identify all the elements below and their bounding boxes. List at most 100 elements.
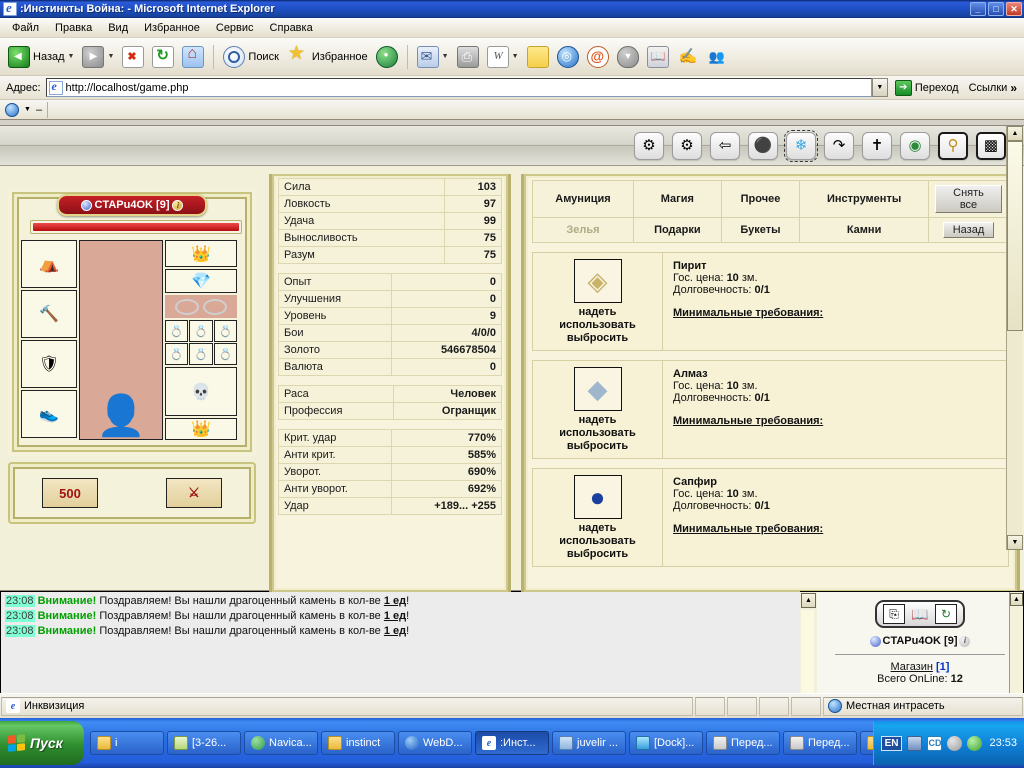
notes-button[interactable] xyxy=(523,41,553,73)
tab-tools[interactable]: Инструменты xyxy=(799,180,929,218)
slot-ring[interactable]: 💍 xyxy=(165,343,189,366)
task-button[interactable]: [Dock]... xyxy=(629,731,703,755)
monitor-reload-icon[interactable]: ↻ xyxy=(935,604,957,624)
refresh-button[interactable] xyxy=(148,41,178,73)
menu-item-help[interactable]: Справка xyxy=(262,20,321,36)
action-equip[interactable]: надеть xyxy=(559,306,636,319)
messenger-button[interactable] xyxy=(553,41,583,73)
cd-tray-icon[interactable]: CD xyxy=(927,735,943,751)
print-button[interactable] xyxy=(453,41,483,73)
people-button[interactable] xyxy=(703,41,733,73)
item-requirements-label[interactable]: Минимальные требования: xyxy=(673,523,998,535)
slot-rings-pair[interactable] xyxy=(165,294,237,319)
tab-other[interactable]: Прочее xyxy=(720,180,801,218)
edit-word-button[interactable]: ▼ xyxy=(483,41,523,73)
task-button[interactable]: juvelir ... xyxy=(552,731,626,755)
item-requirements-label[interactable]: Минимальные требования: xyxy=(673,307,998,319)
slot-weapon[interactable]: 🔨 xyxy=(21,290,77,338)
address-input[interactable]: http://localhost/game.php xyxy=(45,78,872,97)
close-button[interactable]: ✕ xyxy=(1006,2,1022,16)
action-drop[interactable]: выбросить xyxy=(559,332,636,345)
menu-item-favorites[interactable]: Избранное xyxy=(136,20,208,36)
chevron-right-icon[interactable]: » xyxy=(1010,81,1017,95)
tab-potions[interactable]: Зелья xyxy=(532,217,634,243)
research-button[interactable] xyxy=(643,41,673,73)
chat-scroll-track[interactable] xyxy=(801,610,814,693)
link-icon[interactable] xyxy=(5,102,19,117)
maximize-button[interactable]: □ xyxy=(988,2,1004,16)
at-button[interactable] xyxy=(583,41,613,73)
chat-scroll-up-button[interactable]: ▲ xyxy=(801,593,816,608)
task-button[interactable]: Перед... xyxy=(706,731,780,755)
task-button-active[interactable]: e:Инст... xyxy=(475,731,549,755)
game-button-magic[interactable]: ❄ xyxy=(784,129,818,162)
task-button[interactable]: Перед... xyxy=(783,731,857,755)
slot-earrings[interactable]: 💎 xyxy=(165,269,237,293)
game-button-inventory[interactable]: ⚲ xyxy=(938,131,968,160)
tab-ammunition[interactable]: Амуниция xyxy=(532,180,634,218)
remove-all-button[interactable]: Снять все xyxy=(935,185,1002,213)
forward-button[interactable]: ▼ xyxy=(78,41,118,73)
stop-button[interactable] xyxy=(118,41,148,73)
slot-shield[interactable]: 💀 xyxy=(165,367,237,417)
task-button[interactable]: i xyxy=(90,731,164,755)
media-button[interactable] xyxy=(372,41,402,73)
info-icon[interactable]: i xyxy=(959,635,971,647)
game-button-avatar[interactable]: ⚫ xyxy=(748,131,778,160)
attack-scroll-button[interactable]: ⚔ xyxy=(166,478,222,508)
slot-armor[interactable]: 🛡 xyxy=(21,340,77,388)
menu-item-tools[interactable]: Сервис xyxy=(208,20,262,36)
task-button[interactable]: instinct xyxy=(321,731,395,755)
action-use[interactable]: использовать xyxy=(559,535,636,548)
home-button[interactable] xyxy=(178,41,208,73)
favorites-button[interactable]: Избранное xyxy=(283,41,372,73)
shield-tray-icon[interactable] xyxy=(947,735,963,751)
action-equip[interactable]: надеть xyxy=(559,414,636,427)
game-button-settings-2[interactable]: ⚙ xyxy=(672,131,702,160)
game-button-back[interactable]: ⇦ xyxy=(710,131,740,160)
info-icon[interactable]: i xyxy=(172,199,184,211)
task-button[interactable]: [3-26... xyxy=(167,731,241,755)
back-button[interactable]: Назад ▼ xyxy=(4,41,78,73)
task-button[interactable]: 37225... xyxy=(860,731,873,755)
action-equip[interactable]: надеть xyxy=(559,522,636,535)
heal-scroll-button[interactable]: 500 xyxy=(42,478,98,508)
chevron-down-icon[interactable]: ▼ xyxy=(24,106,31,113)
clover-tray-icon[interactable] xyxy=(967,735,983,751)
back-button[interactable]: Назад xyxy=(942,222,995,238)
item-icon[interactable]: ● xyxy=(573,475,622,519)
scroll-up-button[interactable]: ▲ xyxy=(1007,126,1023,141)
start-button[interactable]: Пуск xyxy=(0,721,84,765)
language-indicator[interactable]: EN xyxy=(880,735,903,751)
item-requirements-label[interactable]: Минимальные требования: xyxy=(673,415,998,427)
go-button[interactable]: ➔ Переход xyxy=(892,78,965,98)
slot-ring[interactable]: 💍 xyxy=(189,343,213,366)
slot-ring[interactable]: 💍 xyxy=(189,320,213,343)
slot-ring[interactable]: 💍 xyxy=(165,320,189,343)
slot-helmet[interactable]: ⛺ xyxy=(21,240,77,288)
sidebar-scrollbar[interactable]: ▲ ▼ xyxy=(1009,592,1023,693)
game-button-settings-1[interactable]: ⚙ xyxy=(634,131,664,160)
shield-button[interactable] xyxy=(613,41,643,73)
action-drop[interactable]: выбросить xyxy=(559,440,636,453)
scrollbar-thumb[interactable] xyxy=(1007,141,1023,331)
game-button-swap[interactable]: ↷ xyxy=(824,131,854,160)
chat-scrollbar[interactable]: ▲ ▼ xyxy=(800,591,817,693)
game-button-map[interactable]: ◉ xyxy=(900,131,930,160)
task-button[interactable]: WebD... xyxy=(398,731,472,755)
scroll-down-button[interactable]: ▼ xyxy=(1007,535,1023,550)
chevron-down-icon[interactable]: ▼ xyxy=(68,53,75,60)
slot-ring[interactable]: 💍 xyxy=(213,320,237,343)
chevron-down-icon[interactable]: ▼ xyxy=(442,53,449,60)
highlight-button[interactable] xyxy=(673,41,703,73)
action-use[interactable]: использовать xyxy=(559,319,636,332)
menu-item-edit[interactable]: Правка xyxy=(47,20,100,36)
book-icon[interactable]: 📖 xyxy=(909,604,931,624)
minimize-button[interactable]: _ xyxy=(970,2,986,16)
slot-necklace[interactable]: 👑 xyxy=(165,240,237,268)
tab-stones[interactable]: Камни xyxy=(799,217,929,243)
game-button-exit[interactable]: ▩ xyxy=(976,131,1006,160)
tray-clock[interactable]: 23:53 xyxy=(989,737,1017,749)
item-icon[interactable]: ◈ xyxy=(573,259,622,303)
slot-ring[interactable]: 💍 xyxy=(213,343,237,366)
